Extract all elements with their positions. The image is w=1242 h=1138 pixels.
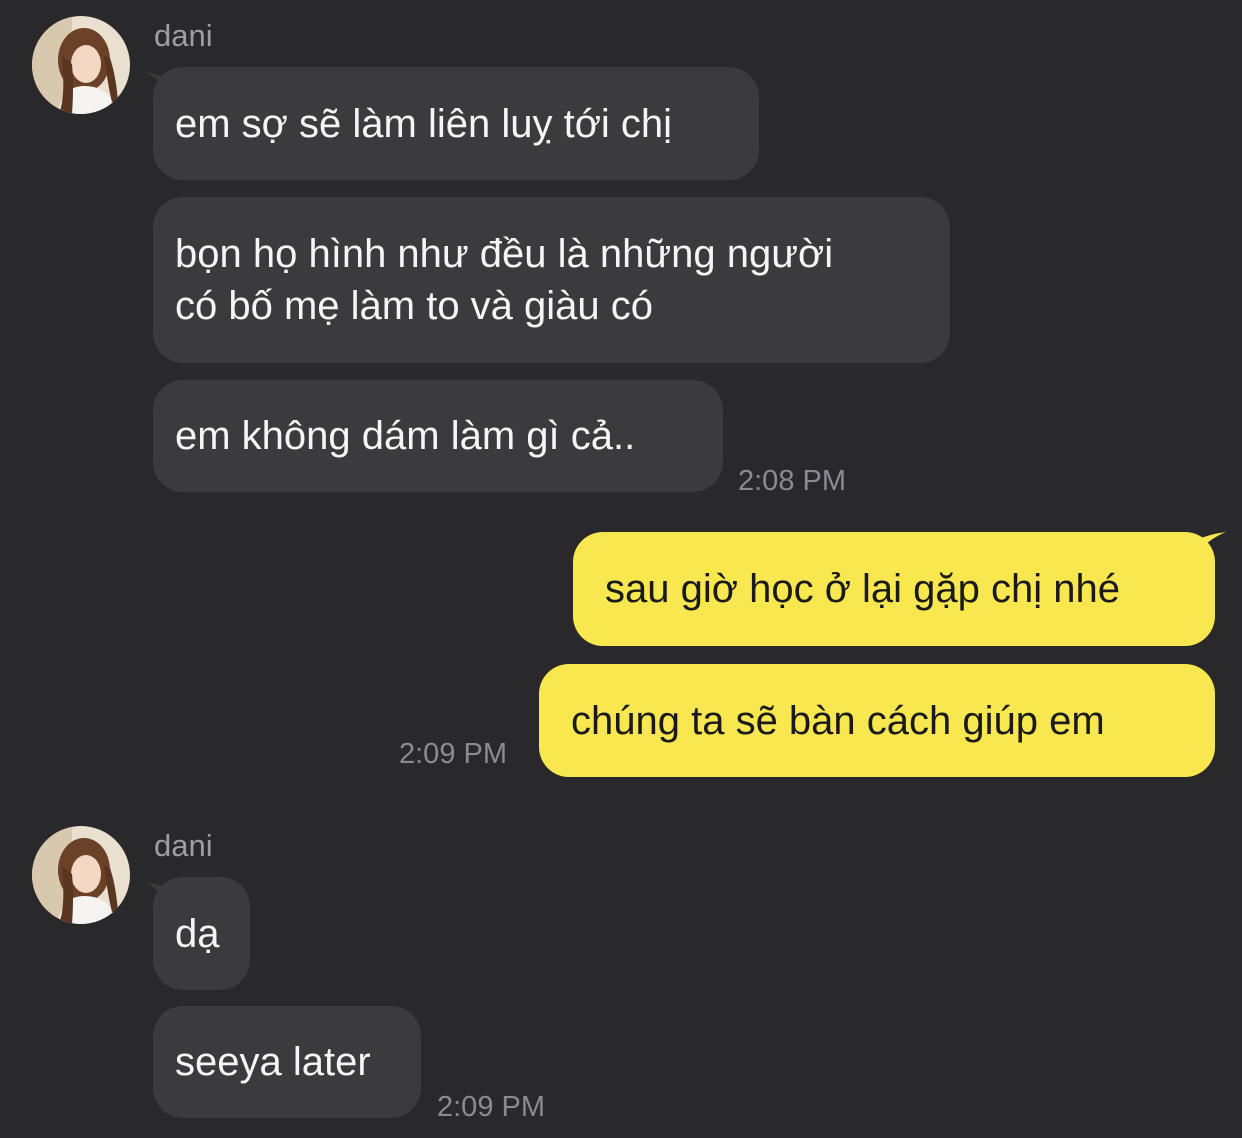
message-bubble[interactable]: seeya later bbox=[153, 1006, 421, 1118]
message-bubble[interactable]: em sợ sẽ làm liên luỵ tới chị bbox=[153, 67, 759, 180]
sender-name: dani bbox=[154, 828, 213, 863]
message-text: chúng ta sẽ bàn cách giúp em bbox=[571, 698, 1105, 743]
message-text: bọn họ hình như đều là những người có bố… bbox=[175, 232, 834, 328]
message-text: seeya later bbox=[175, 1040, 371, 1084]
sender-name: dani bbox=[154, 18, 213, 53]
message-bubble[interactable]: dạ bbox=[153, 877, 250, 990]
message-text: em sợ sẽ làm liên luỵ tới chị bbox=[175, 101, 673, 146]
avatar[interactable] bbox=[32, 826, 130, 924]
message-bubble[interactable]: bọn họ hình như đều là những người có bố… bbox=[153, 197, 950, 363]
message-bubble[interactable]: em không dám làm gì cả.. bbox=[153, 380, 723, 492]
message-bubble[interactable]: sau giờ học ở lại gặp chị nhé bbox=[573, 532, 1215, 646]
profile-photo-avatar-icon bbox=[32, 16, 130, 114]
message-timestamp: 2:08 PM bbox=[738, 465, 846, 497]
avatar[interactable] bbox=[32, 16, 130, 114]
message-text: em không dám làm gì cả.. bbox=[175, 414, 636, 458]
message-timestamp: 2:09 PM bbox=[437, 1091, 545, 1123]
message-text: dạ bbox=[175, 911, 220, 956]
message-text: sau giờ học ở lại gặp chị nhé bbox=[605, 567, 1120, 611]
profile-photo-avatar-icon bbox=[32, 826, 130, 924]
message-timestamp: 2:09 PM bbox=[399, 738, 507, 770]
message-bubble[interactable]: chúng ta sẽ bàn cách giúp em bbox=[539, 664, 1215, 777]
